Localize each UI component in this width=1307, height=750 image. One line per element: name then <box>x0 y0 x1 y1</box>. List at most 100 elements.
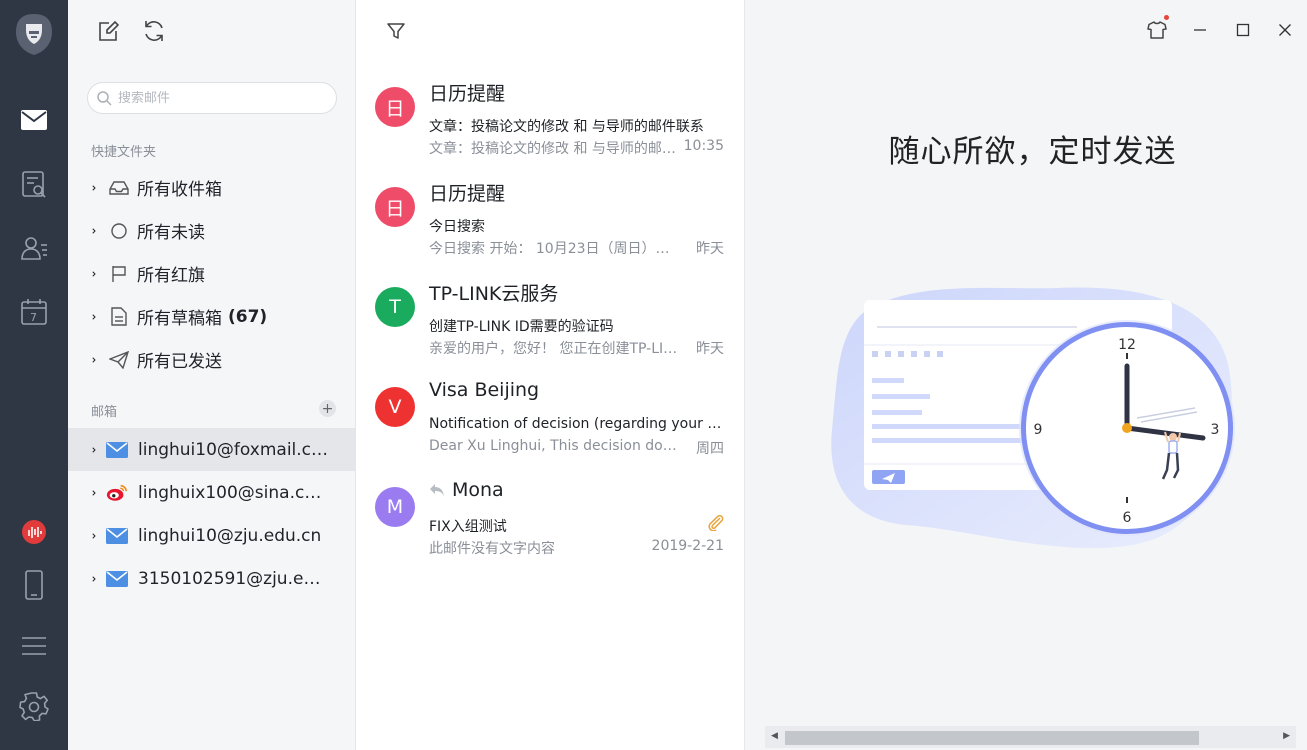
mail-item[interactable]: 日 日历提醒 文章：投稿论文的修改 和 与导师的邮件联系 文章：投稿论文的修改 … <box>356 79 744 179</box>
chevron-right-icon[interactable] <box>68 268 96 280</box>
weibo-icon <box>106 483 128 503</box>
scroll-right-icon[interactable]: ▶ <box>1283 731 1290 741</box>
avatar: 日 <box>375 87 415 127</box>
envelope-icon <box>106 570 128 587</box>
account-zju-2[interactable]: 3150102591@zju.edu.cn <box>68 557 355 600</box>
chevron-right-icon[interactable] <box>68 354 96 366</box>
contacts-icon[interactable] <box>18 232 50 264</box>
envelope-icon <box>106 527 128 544</box>
app-center-icon[interactable] <box>18 516 50 548</box>
menu-icon[interactable] <box>18 630 50 662</box>
mail-time: 10:35 <box>683 138 724 154</box>
folder-label: 所有草稿箱 <box>137 309 222 329</box>
notes-icon[interactable] <box>18 168 50 200</box>
shirt-icon <box>1147 21 1167 39</box>
mail-sender: Mona <box>452 479 504 501</box>
mail-time: 周四 <box>696 441 724 457</box>
folder-all-flagged[interactable]: 所有红旗 <box>68 252 355 295</box>
settings-icon[interactable] <box>18 690 50 722</box>
clock-label-3: 3 <box>1211 422 1220 438</box>
chevron-right-icon[interactable] <box>68 444 96 456</box>
calendar-icon[interactable]: 7 <box>18 296 50 328</box>
mobile-icon[interactable] <box>18 569 50 601</box>
skin-button[interactable] <box>1145 18 1169 42</box>
mail-preview: 亲爱的用户，您好！ 您正在创建TP-LINK ID <box>429 341 681 357</box>
avatar: M <box>375 487 415 527</box>
scroll-left-icon[interactable]: ◀ <box>771 731 778 741</box>
avatar: V <box>375 387 415 427</box>
mail-time: 昨天 <box>696 341 724 357</box>
search-icon <box>97 91 112 106</box>
folder-all-inbox[interactable]: 所有收件箱 <box>68 166 355 209</box>
chevron-right-icon[interactable] <box>68 225 96 237</box>
mail-sender: TP-LINK云服务 <box>429 283 559 305</box>
mail-subject: 今日搜索 <box>429 219 485 235</box>
app-logo <box>14 12 54 56</box>
maximize-button[interactable] <box>1231 18 1255 42</box>
search-input[interactable] <box>118 90 318 106</box>
filter-button[interactable] <box>384 19 408 43</box>
circle-icon <box>108 222 130 240</box>
mail-item[interactable]: T TP-LINK云服务 创建TP-LINK ID需要的验证码 亲爱的用户，您好… <box>356 279 744 379</box>
mail-item[interactable]: M Mona FIX入组测试 此邮件没有文字内容 2019-2-21 <box>356 479 744 579</box>
mail-sender: 日历提醒 <box>429 83 506 105</box>
mail-preview: Dear Xu Linghui, This decision does not <box>429 438 681 454</box>
avatar: 日 <box>375 187 415 227</box>
scrollbar-thumb[interactable] <box>785 731 1199 745</box>
attachment-icon <box>706 514 724 535</box>
account-zju[interactable]: linghui10@zju.edu.cn <box>68 514 355 557</box>
mail-subject: FIX入组测试 <box>429 519 507 535</box>
search-box[interactable] <box>87 82 337 114</box>
chevron-right-icon[interactable] <box>68 530 96 542</box>
mailboxes-title: 邮箱 <box>91 405 118 420</box>
folder-label: 所有红旗 <box>137 266 205 286</box>
mail-list: 日 日历提醒 文章：投稿论文的修改 和 与导师的邮件联系 文章：投稿论文的修改 … <box>356 0 745 750</box>
compose-button[interactable] <box>95 18 121 44</box>
chevron-right-icon[interactable] <box>68 311 96 323</box>
mail-time: 昨天 <box>696 241 724 257</box>
svg-text:7: 7 <box>30 311 37 324</box>
folder-label: 所有未读 <box>137 223 205 243</box>
draft-icon <box>108 307 130 326</box>
horizontal-scrollbar[interactable]: ◀ ▶ <box>765 726 1296 748</box>
mail-subject: 创建TP-LINK ID需要的验证码 <box>429 319 614 335</box>
refresh-button[interactable] <box>141 18 167 44</box>
account-sina[interactable]: linghuix100@sina.com <box>68 471 355 514</box>
envelope-icon <box>106 441 128 458</box>
minimize-button[interactable] <box>1188 18 1212 42</box>
folder-all-sent[interactable]: 所有已发送 <box>68 338 355 381</box>
flag-icon <box>108 265 130 283</box>
account-label: linghui10@zju.edu.cn <box>138 525 322 546</box>
avatar: T <box>375 287 415 327</box>
reading-pane: 随心所欲，定时发送 12 3 6 9 ◀ ▶ <box>745 0 1307 750</box>
mail-item[interactable]: 日 日历提醒 今日搜索 今日搜索 开始： 10月23日（周日）全天 昨天 <box>356 179 744 279</box>
account-label: linghuix100@sina.com <box>138 482 330 503</box>
close-button[interactable] <box>1273 18 1297 42</box>
app-rail: 7 <box>0 0 68 750</box>
notification-dot <box>1164 15 1169 20</box>
account-label: 3150102591@zju.edu.cn <box>138 568 330 589</box>
quick-folders-title: 快捷文件夹 <box>91 145 157 160</box>
clock-label-9: 9 <box>1034 422 1043 438</box>
mail-preview: 文章：投稿论文的修改 和 与导师的邮件联系 <box>429 141 681 157</box>
mail-preview: 此邮件没有文字内容 <box>429 541 555 557</box>
filter-icon <box>387 23 405 39</box>
add-mailbox-button[interactable]: + <box>319 400 336 417</box>
chevron-right-icon[interactable] <box>68 573 96 585</box>
mail-icon[interactable] <box>18 104 50 136</box>
folder-all-unread[interactable]: 所有未读 <box>68 209 355 252</box>
maximize-icon <box>1236 23 1250 37</box>
mail-item[interactable]: V Visa Beijing Notification of decision … <box>356 379 744 479</box>
mail-sender-row: Mona <box>429 479 504 501</box>
mail-sender: Visa Beijing <box>429 379 540 401</box>
draft-count: (67) <box>228 306 268 327</box>
chevron-right-icon[interactable] <box>68 487 96 499</box>
account-foxmail[interactable]: linghui10@foxmail.com <box>68 428 355 471</box>
folder-all-drafts[interactable]: 所有草稿箱 (67) <box>68 295 355 338</box>
promo-title: 随心所欲，定时发送 <box>888 134 1177 170</box>
send-icon <box>108 350 130 369</box>
account-label: linghui10@foxmail.com <box>138 439 330 460</box>
clock-label-12: 12 <box>1118 337 1136 353</box>
chevron-right-icon[interactable] <box>68 182 96 194</box>
reply-icon <box>430 484 444 496</box>
